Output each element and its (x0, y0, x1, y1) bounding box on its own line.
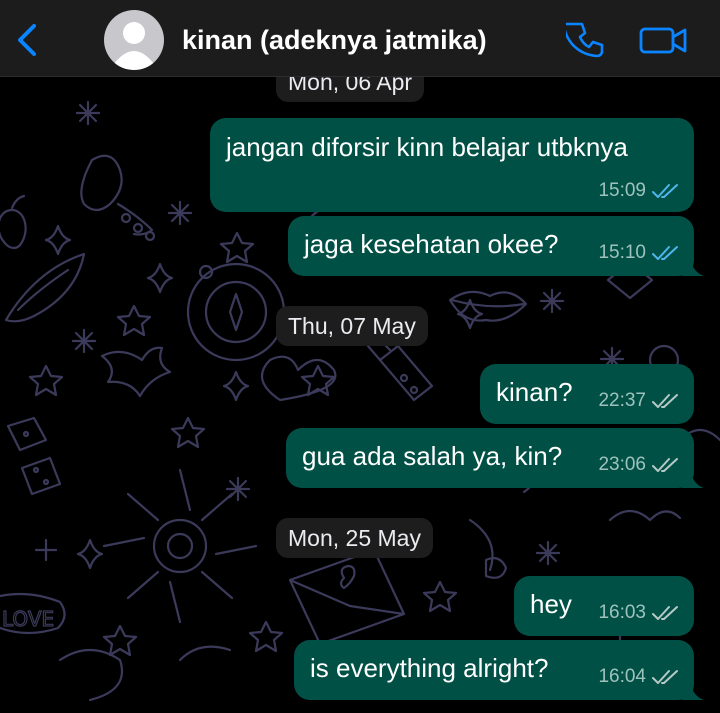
message-text: is everything alright? (310, 653, 549, 683)
message-text: jangan diforsir kinn belajar utbknya (226, 132, 628, 162)
message-time: 15:10 (598, 242, 646, 263)
bubble-tail (682, 468, 704, 488)
delivered-receipt-icon (652, 606, 678, 620)
voice-call-button[interactable] (562, 20, 606, 60)
chevron-left-icon (18, 24, 36, 56)
default-avatar-icon (114, 22, 154, 70)
message-meta: 16:04 (598, 666, 680, 688)
date-separator: Mon, 25 May (276, 518, 433, 558)
bubble-tail (682, 680, 704, 700)
delivered-receipt-icon (652, 670, 678, 684)
read-receipt-icon (652, 246, 678, 260)
message-time: 16:04 (598, 666, 646, 687)
message-bubble[interactable]: is everything alright? 16:04 (294, 640, 704, 700)
message-bubble[interactable]: jaga kesehatan okee? 15:10 (288, 216, 704, 276)
message-meta: 16:03 (598, 602, 680, 624)
message-bubble[interactable]: kinan? 22:37 (480, 364, 694, 424)
message-text: gua ada salah ya, kin? (302, 441, 563, 471)
bubble-tail (682, 256, 704, 276)
message-meta: 22:37 (598, 390, 680, 412)
message-meta: 15:10 (598, 242, 680, 264)
video-camera-icon (639, 27, 687, 54)
message-text: kinan? (496, 377, 573, 407)
contact-name[interactable]: kinan (adeknya jatmika) (182, 22, 487, 58)
read-receipt-icon (652, 184, 678, 198)
chat-header: kinan (adeknya jatmika) (0, 0, 720, 77)
chat-screen: LOVE kinan (adeknya jatmika) Mon, 06 Apr… (0, 0, 720, 713)
message-time: 23:06 (598, 454, 646, 475)
message-bubble[interactable]: hey 16:03 (514, 576, 694, 636)
svg-text:LOVE: LOVE (2, 607, 54, 631)
message-meta: 15:09 (598, 180, 680, 202)
video-call-button[interactable] (638, 22, 690, 58)
delivered-receipt-icon (652, 458, 678, 472)
message-time: 22:37 (598, 390, 646, 411)
contact-avatar[interactable] (104, 10, 164, 70)
delivered-receipt-icon (652, 394, 678, 408)
phone-icon (562, 22, 604, 58)
message-meta: 23:06 (598, 454, 680, 476)
back-button[interactable] (10, 18, 46, 62)
message-text: jaga kesehatan okee? (304, 229, 559, 259)
date-separator: Thu, 07 May (276, 306, 428, 346)
message-time: 16:03 (598, 602, 646, 623)
message-text: hey (530, 589, 572, 619)
message-bubble[interactable]: gua ada salah ya, kin? 23:06 (286, 428, 704, 488)
message-bubble[interactable]: jangan diforsir kinn belajar utbknya 15:… (210, 118, 694, 212)
message-time: 15:09 (598, 180, 646, 201)
